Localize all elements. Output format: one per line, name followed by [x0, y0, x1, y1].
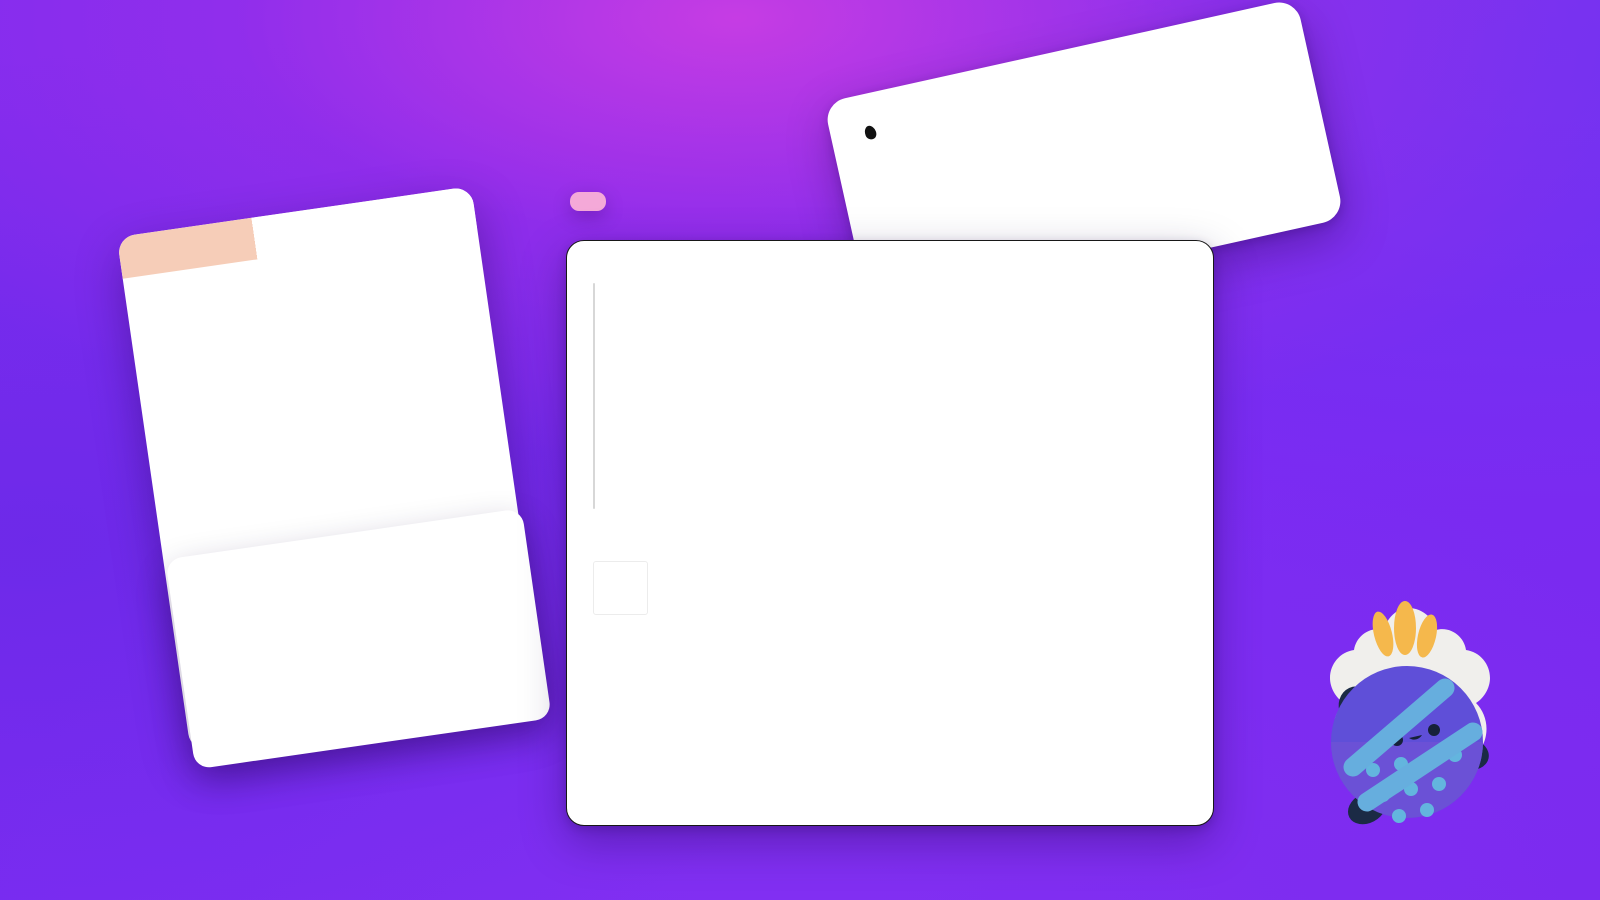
- attachment-thumbnail[interactable]: [593, 561, 648, 615]
- vgen-mascot-logo: [1305, 592, 1510, 842]
- bullet-icon: [862, 123, 879, 142]
- handle-badge: [570, 192, 606, 211]
- status-detail-card: [566, 240, 1214, 826]
- crest-center-icon: [1394, 601, 1416, 655]
- attachments-section: [593, 561, 1187, 615]
- left-preview-stack: [46, 176, 561, 793]
- left-swatch-grid: [189, 542, 506, 588]
- mascot-eye-right: [1428, 724, 1440, 736]
- attachment-item[interactable]: [593, 561, 1187, 615]
- status-option-list: [593, 281, 1187, 517]
